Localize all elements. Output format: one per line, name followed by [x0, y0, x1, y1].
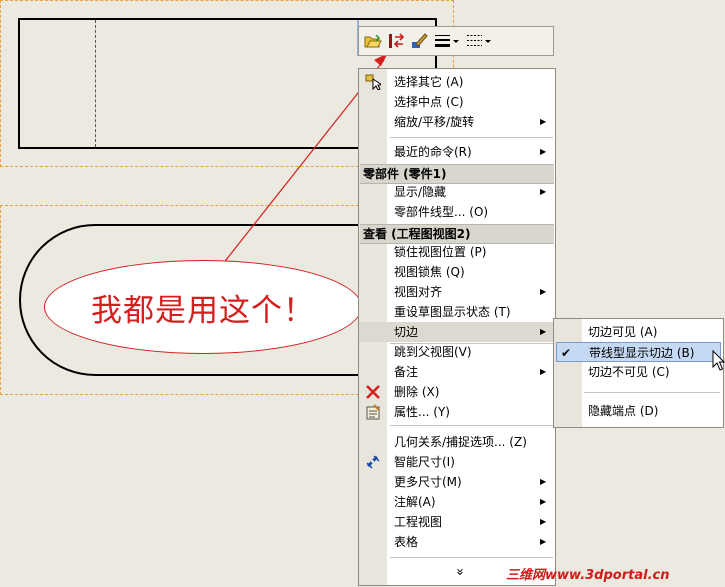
properties-icon [366, 404, 380, 420]
select-other-icon [365, 74, 381, 90]
menu-item-label: 选择其它 (A) [394, 75, 464, 89]
menu-item-notes[interactable]: 备注 ▶ [359, 362, 555, 382]
mouse-pointer-icon [712, 350, 725, 371]
submenu-arrow-icon: ▶ [540, 477, 547, 486]
menu-item-label: 最近的命令(R) [394, 145, 472, 159]
menu-section-header-view: 查看 (工程图视图2) [360, 224, 554, 244]
submenu-item-label: 切边不可见 (C) [588, 365, 670, 379]
menu-section-header-component: 零部件 (零件1) [360, 164, 554, 184]
menu-item-label: 几何关系/捕捉选项... (Z) [394, 435, 527, 449]
tangent-edge-submenu: 切边可见 (A) ✔ 带线型显示切边 (B) 切边不可见 (C) 隐藏端点 (D… [553, 318, 724, 428]
menu-separator [390, 557, 553, 558]
swap-arrows-icon[interactable] [386, 31, 406, 51]
menu-separator [390, 425, 553, 426]
submenu-arrow-icon: ▶ [540, 147, 547, 156]
menu-item-label: 工程视图 [394, 515, 443, 529]
menu-item-tangent-edge[interactable]: 切边 ▶ [359, 322, 555, 342]
checkmark-icon: ✔ [561, 346, 572, 360]
menu-item-label: 选择中点 (C) [394, 95, 464, 109]
menu-item-show-hide[interactable]: 显示/隐藏 ▶ [359, 182, 555, 202]
menu-item-label: 跳到父视图(V) [394, 345, 472, 359]
menu-item-smart-dimension[interactable]: 智能尺寸(I) [359, 452, 555, 472]
menu-item-label: 显示/隐藏 [394, 185, 447, 199]
menu-item-properties[interactable]: 属性... (Y) [359, 402, 555, 422]
menu-item-label: 智能尺寸(I) [394, 455, 455, 469]
menu-item-select-other[interactable]: 选择其它 (A) [359, 72, 555, 92]
menu-item-label: 重设草图显示状态 (T) [394, 305, 511, 319]
menu-item-lock-view-focus[interactable]: 视图锁焦 (Q) [359, 262, 555, 282]
line-thickness-icon[interactable] [433, 31, 461, 51]
menu-item-label: 注解(A) [394, 495, 436, 509]
menu-item-label: 视图锁焦 (Q) [394, 265, 465, 279]
submenu-item-label: 隐藏端点 (D) [588, 404, 659, 418]
menu-item-label: 表格 [394, 535, 419, 549]
menu-item-label: 缩放/平移/旋转 [394, 115, 475, 129]
context-toolbar [358, 26, 554, 56]
menu-item-label: 零部件线型... (O) [394, 205, 489, 219]
menu-item-recent-commands[interactable]: 最近的命令(R) ▶ [359, 142, 555, 162]
menu-item-label: 属性... (Y) [394, 405, 450, 419]
submenu-arrow-icon: ▶ [540, 537, 547, 546]
context-menu: 选择其它 (A) 选择中点 (C) 缩放/平移/旋转 ▶ 最近的命令(R) ▶ … [358, 68, 556, 586]
callout-ellipse: 我都是用这个！ [44, 260, 362, 354]
submenu-arrow-icon: ▶ [540, 497, 547, 506]
menu-item-drawing-views[interactable]: 工程视图 ▶ [359, 512, 555, 532]
menu-item-label: 更多尺寸(M) [394, 475, 462, 489]
menu-item-label: 备注 [394, 365, 419, 379]
submenu-arrow-icon: ▶ [540, 187, 547, 196]
menu-separator [584, 392, 720, 393]
submenu-item-hide-ends[interactable]: 隐藏端点 (D) [554, 401, 723, 421]
menu-item-tables[interactable]: 表格 ▶ [359, 532, 555, 552]
menu-item-label: 删除 (X) [394, 385, 440, 399]
delete-x-icon [366, 385, 380, 399]
open-folder-icon[interactable] [363, 31, 383, 51]
menu-item-label: 视图对齐 [394, 285, 443, 299]
line-style-icon[interactable] [465, 31, 493, 51]
callout-text: 我都是用这个！ [91, 292, 315, 329]
smart-dimension-icon [366, 455, 380, 469]
menu-item-annotations[interactable]: 注解(A) ▶ [359, 492, 555, 512]
watermark-text: 三维网www.3dportal.cn [506, 568, 670, 583]
submenu-arrow-icon: ▶ [540, 517, 547, 526]
submenu-arrow-icon: ▶ [540, 287, 547, 296]
menu-item-label: 锁住视图位置 (P) [394, 245, 487, 259]
menu-item-relations-snaps[interactable]: 几何关系/捕捉选项... (Z) [359, 432, 555, 452]
submenu-item-label: 带线型显示切边 (B) [589, 346, 695, 360]
menu-expand-chevron-icon[interactable]: » [451, 564, 467, 580]
menu-item-jump-to-parent[interactable]: 跳到父视图(V) [359, 342, 555, 362]
submenu-item-tangent-hidden[interactable]: 切边不可见 (C) [554, 362, 723, 382]
menu-item-lock-view-position[interactable]: 锁住视图位置 (P) [359, 242, 555, 262]
menu-separator [390, 137, 553, 138]
submenu-item-tangent-with-font[interactable]: ✔ 带线型显示切边 (B) [556, 342, 721, 362]
submenu-arrow-icon: ▶ [540, 117, 547, 126]
submenu-item-tangent-visible[interactable]: 切边可见 (A) [554, 322, 723, 342]
submenu-item-label: 切边可见 (A) [588, 325, 658, 339]
menu-item-delete[interactable]: 删除 (X) [359, 382, 555, 402]
menu-item-select-midpoint[interactable]: 选择中点 (C) [359, 92, 555, 112]
menu-item-reset-sketch-display[interactable]: 重设草图显示状态 (T) [359, 302, 555, 322]
menu-item-label: 切边 [394, 325, 419, 339]
submenu-arrow-icon: ▶ [540, 327, 547, 336]
menu-item-component-line-font[interactable]: 零部件线型... (O) [359, 202, 555, 222]
menu-item-zoom-pan-rotate[interactable]: 缩放/平移/旋转 ▶ [359, 112, 555, 132]
menu-item-more-dimensions[interactable]: 更多尺寸(M) ▶ [359, 472, 555, 492]
submenu-arrow-icon: ▶ [540, 367, 547, 376]
edit-brush-icon[interactable] [409, 31, 429, 51]
menu-item-view-alignment[interactable]: 视图对齐 ▶ [359, 282, 555, 302]
